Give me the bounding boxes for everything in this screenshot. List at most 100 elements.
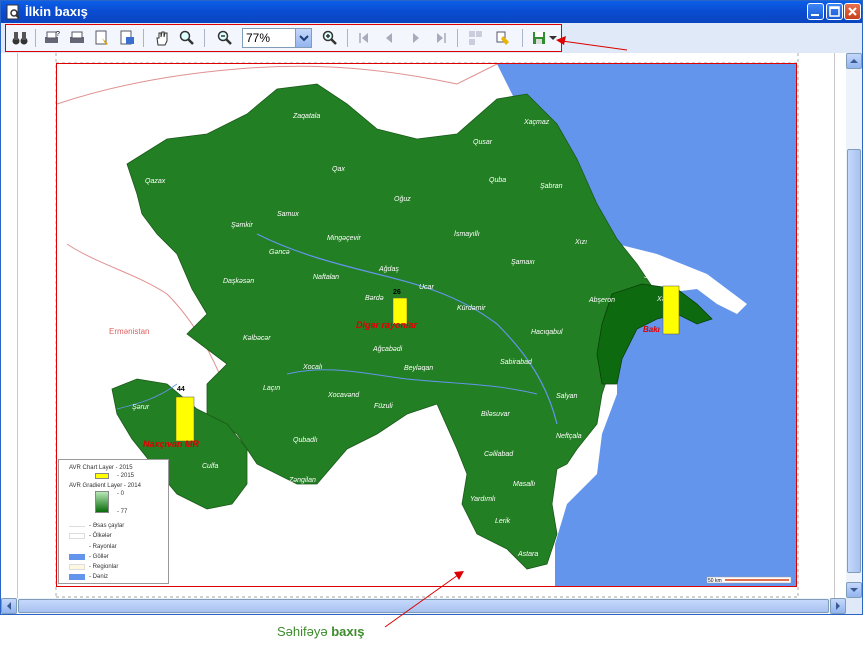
place-lerik: Lerik [495, 518, 511, 525]
page-setup-button[interactable] [91, 27, 113, 49]
bar-baki [662, 285, 680, 335]
export-page-button[interactable] [116, 27, 138, 49]
vertical-scrollbar[interactable] [846, 53, 862, 598]
place-fuzuli: Füzuli [374, 403, 393, 410]
page-setup-icon [95, 30, 108, 45]
chevron-down-icon [549, 36, 557, 40]
chevron-down-icon[interactable] [295, 29, 311, 47]
horizontal-scrollbar[interactable] [1, 598, 846, 614]
place-samkir: Şəmkir [231, 222, 253, 229]
place-kelbecer: Kəlbəcər [243, 335, 271, 342]
legend-swatch-regions [69, 564, 85, 570]
legend-gradient-swatch [95, 491, 109, 513]
place-qusar: Qusar [473, 139, 493, 146]
chevron-down-icon [850, 588, 858, 592]
place-samaxi: Şamaxı [511, 259, 535, 266]
zoom-out-button[interactable] [214, 27, 236, 49]
zoom-select[interactable]: 77% [242, 28, 312, 48]
title-bar: İlkin baxış [1, 1, 862, 23]
scroll-right-button[interactable] [830, 598, 846, 614]
legend-item-regions: - Regionlar [89, 564, 119, 570]
zoom-in-button[interactable] [319, 27, 341, 49]
next-page-icon [413, 33, 419, 43]
place-salyan: Salyan [556, 393, 578, 400]
place-xocavend: Xocavənd [327, 392, 360, 399]
prev-page-button[interactable] [378, 27, 400, 49]
place-culfa: Culfa [202, 463, 218, 470]
place-serur: Şərur [132, 404, 150, 411]
legend-chart-title: AVR Chart Layer - 2015 [69, 465, 133, 471]
legend-swatch-countries [69, 533, 85, 539]
save-icon [533, 32, 545, 44]
print-setup-button[interactable]: ? [41, 27, 63, 49]
place-zengilan: Zəngilan [288, 477, 316, 484]
map-legend: AVR Chart Layer - 2015 - 2015 AVR Gradie… [58, 459, 169, 584]
zoom-value: 77% [246, 31, 271, 45]
place-kurdamir: Kürdəmir [457, 305, 486, 312]
place-celilabad: Cəlilabad [484, 451, 514, 458]
place-ucar: Ucar [419, 284, 434, 291]
legend-item-districts: - Rayonlar [89, 544, 117, 550]
place-masalli: Masallı [513, 481, 535, 488]
caption-bold: baxış [331, 624, 365, 639]
zoom-out-icon [217, 30, 232, 45]
hand-pan-icon [156, 31, 168, 46]
scroll-down-button[interactable] [846, 582, 862, 598]
place-qazax: Qazax [145, 178, 166, 185]
maximize-button[interactable] [826, 3, 843, 20]
chevron-right-icon [836, 602, 840, 610]
place-samux: Samux [277, 211, 299, 218]
svg-text:?: ? [56, 31, 60, 38]
minimize-button[interactable] [807, 3, 824, 20]
place-agdas: Ağdaş [378, 266, 399, 273]
legend-chart-item: - 2015 [117, 473, 135, 479]
bar-value-naxcivan: 44 [177, 386, 185, 393]
preview-window: İlkin baxış ? 77% Zaqatala Qax Qazax Şəm… [0, 0, 863, 615]
legend-gradient-min: - 77 [117, 509, 128, 515]
label-naxcivan: Naxçıvan MR [143, 439, 200, 449]
legend-item-lakes: - Göllər [89, 554, 109, 560]
edit-button[interactable] [492, 27, 514, 49]
page-caption: Səhifəyə baxış [277, 624, 364, 639]
close-button[interactable] [844, 3, 861, 20]
place-agcabedi: Ağcabədi [372, 346, 403, 353]
scroll-left-button[interactable] [1, 598, 17, 614]
place-ismayilli: İsmayıllı [454, 230, 480, 238]
place-astara: Astara [517, 551, 538, 558]
legend-gradient-max: - 0 [117, 491, 125, 497]
multi-page-button[interactable] [464, 27, 486, 49]
bar-value-diger: 26 [393, 289, 401, 296]
zoom-tool-button[interactable] [176, 27, 198, 49]
maximize-icon [829, 6, 840, 17]
legend-item-sea: - Dəniz [89, 574, 109, 580]
scale-label: 50 km [708, 578, 722, 584]
legend-gradient-title: AVR Gradient Layer - 2014 [69, 483, 141, 489]
close-icon [848, 7, 857, 16]
place-genc: Gəncə [269, 249, 290, 256]
scroll-up-button[interactable] [846, 53, 862, 69]
pan-tool-button[interactable] [151, 27, 173, 49]
next-page-button[interactable] [405, 27, 427, 49]
caption-prefix: Səhifəyə [277, 624, 328, 639]
label-diger-rayonlar: Digər rayonlar [356, 320, 418, 330]
print-button[interactable] [66, 27, 88, 49]
last-page-button[interactable] [430, 27, 452, 49]
first-page-button[interactable] [353, 27, 375, 49]
app-icon [6, 4, 20, 20]
place-dashkesen: Daşkəsən [223, 278, 254, 285]
zoom-tool-icon [179, 30, 194, 45]
place-qax: Qax [332, 166, 345, 173]
window-title: İlkin baxış [25, 4, 88, 19]
legend-item-rivers: - Əsas çaylar [89, 523, 125, 529]
vertical-scroll-thumb[interactable] [847, 149, 861, 573]
edit-icon [496, 31, 509, 45]
place-mingacevir: Mingəçevir [327, 235, 362, 242]
toolbar: ? 77% [5, 24, 562, 52]
find-button[interactable] [9, 27, 31, 49]
horizontal-scroll-thumb[interactable] [18, 599, 829, 613]
legend-swatch-rivers [69, 526, 85, 527]
legend-swatch-sea [69, 574, 85, 580]
save-dropdown-button[interactable] [547, 27, 559, 49]
place-xizi: Xızı [574, 239, 587, 246]
place-xacmaz: Xaçmaz [523, 119, 550, 126]
